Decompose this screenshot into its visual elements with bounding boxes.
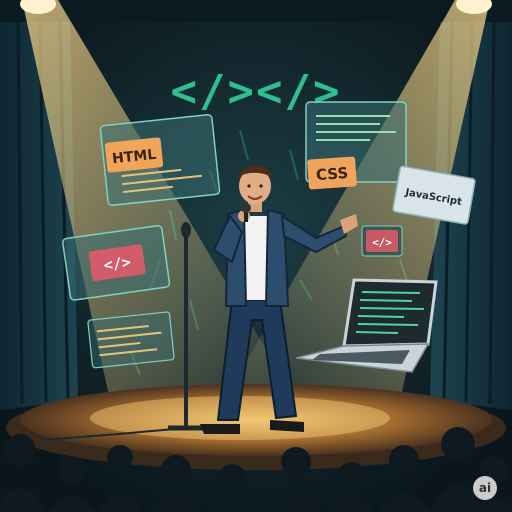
comedy-coder-illustration: </></> HTML CSS JavaScript </> </> bbox=[0, 0, 512, 512]
right-tag-card: </> bbox=[361, 225, 403, 257]
css-card: CSS bbox=[305, 101, 407, 190]
left-tag-label: </> bbox=[103, 253, 132, 275]
html-card: HTML bbox=[99, 114, 221, 206]
stage-illustration: </></> HTML CSS JavaScript </> </> ai bbox=[0, 0, 512, 512]
right-tag-label: </> bbox=[372, 236, 392, 249]
left-tag-card: </> bbox=[62, 224, 171, 301]
lower-left-code-card bbox=[87, 311, 175, 369]
stand-mic-icon bbox=[181, 222, 191, 238]
ai-badge[interactable]: ai bbox=[473, 476, 497, 500]
top-valance bbox=[0, 0, 512, 22]
css-label: CSS bbox=[315, 164, 348, 184]
